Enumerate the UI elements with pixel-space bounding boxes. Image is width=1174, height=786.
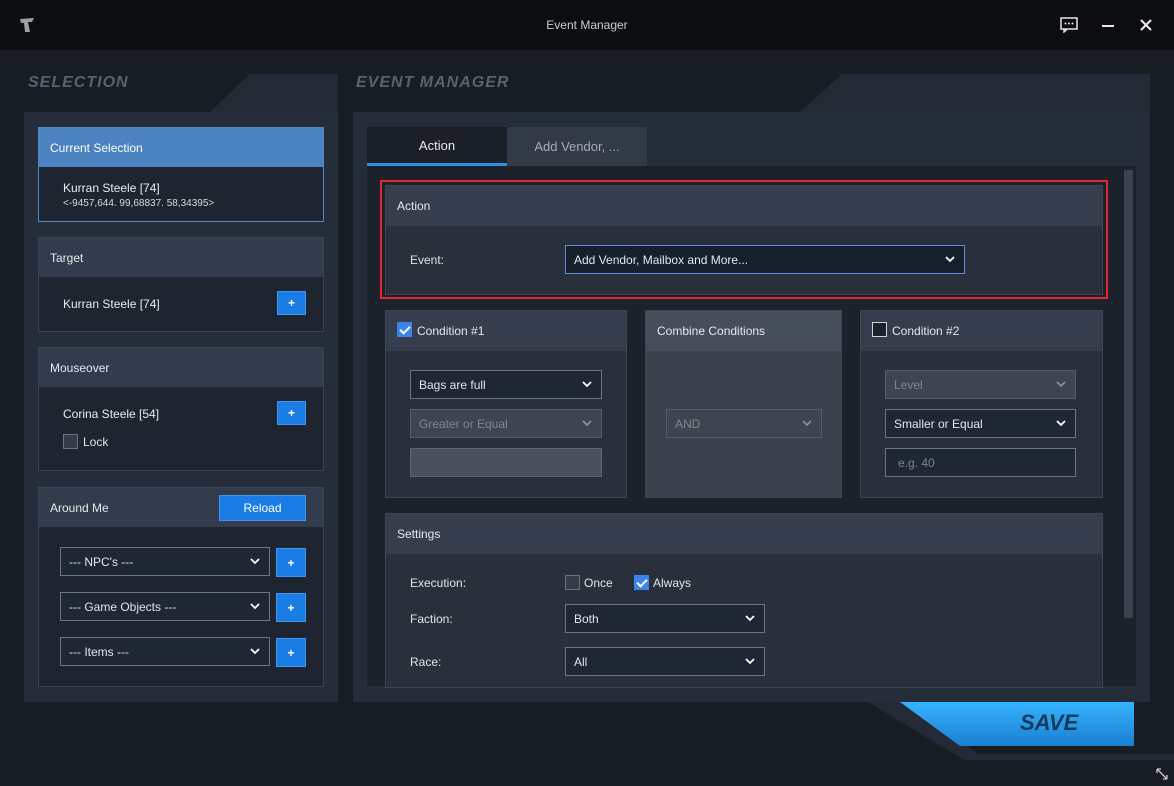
condition1-value-input[interactable] [410,448,602,477]
title-bar: Event Manager [0,0,1174,50]
chevron-down-icon [582,420,592,427]
chevron-down-icon [250,603,260,610]
current-selection-coords: <-9457,644. 99,68837. 58,34395> [63,198,215,209]
always-label: Always [653,576,692,590]
close-icon [1140,19,1152,31]
target-box: Target Kurran Steele [74] + [38,237,324,332]
faction-label: Faction: [410,612,453,626]
add-mouseover-button[interactable]: + [277,401,306,425]
once-checkbox[interactable] [565,575,580,590]
lock-label: Lock [83,435,109,449]
race-label: Race: [410,655,442,669]
minimize-icon [1102,25,1114,27]
condition2-header: Condition #2 [861,311,1102,351]
combine-operator-select[interactable]: AND [666,409,822,438]
chevron-down-icon [802,420,812,427]
items-select-value: --- Items --- [69,644,129,659]
always-checkbox[interactable] [634,575,649,590]
resize-icon[interactable] [1156,768,1168,780]
condition1-comparator-value: Greater or Equal [419,416,508,431]
target-name: Kurran Steele [74] [63,297,160,311]
condition1-checkbox[interactable] [397,322,412,337]
selection-heading: SELECTION [28,74,129,91]
mouseover-header: Mouseover [39,348,323,387]
current-selection-header: Current Selection [39,128,323,167]
save-button[interactable]: SAVE [900,702,1134,746]
save-button-label: SAVE [1020,710,1079,735]
condition2-type-select[interactable]: Level [885,370,1076,399]
add-target-button[interactable]: + [277,291,306,315]
chevron-down-icon [582,381,592,388]
add-npc-button[interactable]: + [276,548,306,577]
header-decoration [24,74,1150,112]
window-title: Event Manager [546,18,628,32]
mouseover-name: Corina Steele [54] [63,407,160,421]
add-game-object-button[interactable]: + [276,593,306,622]
condition2-comparator-value: Smaller or Equal [894,416,983,431]
mouseover-box: Mouseover Corina Steele [54] + Lock [38,347,324,471]
condition1-header: Condition #1 [386,311,626,351]
chevron-down-icon [1056,420,1066,427]
current-selection-name: Kurran Steele [74] [63,181,160,195]
action-highlight-frame [380,180,1108,299]
game-objects-select-value: --- Game Objects --- [69,599,177,614]
chevron-down-icon [745,615,755,622]
chat-icon [1060,17,1078,33]
chevron-down-icon [250,648,260,655]
settings-header: Settings [386,514,1102,554]
npc-select-value: --- NPC's --- [69,554,134,569]
condition2-type-value: Level [894,377,923,392]
minimize-button[interactable] [1093,10,1123,40]
chevron-down-icon [1056,381,1066,388]
condition1-comparator-select[interactable]: Greater or Equal [410,409,602,438]
save-button-shape [900,702,1134,746]
feedback-button[interactable] [1054,10,1084,40]
once-label: Once [584,576,613,590]
current-selection-box[interactable]: Current Selection Kurran Steele [74] <-9… [38,127,324,222]
condition1-type-select[interactable]: Bags are full [410,370,602,399]
close-button[interactable] [1131,10,1161,40]
combine-card: Combine Conditions [645,310,842,498]
npc-select[interactable]: --- NPC's --- [60,547,270,576]
game-objects-select[interactable]: --- Game Objects --- [60,592,270,621]
event-manager-heading: EVENT MANAGER [356,74,510,91]
target-header: Target [39,238,323,277]
combine-operator-value: AND [675,416,701,431]
tab-add-vendor[interactable]: Add Vendor, ... [507,127,647,166]
race-select-value: All [574,654,588,669]
reload-button[interactable]: Reload [219,495,306,521]
add-item-button[interactable]: + [276,638,306,667]
tab-action[interactable]: Action [367,127,507,166]
condition1-type-value: Bags are full [419,377,486,392]
chevron-down-icon [250,558,260,565]
execution-label: Execution: [410,576,467,590]
lock-checkbox[interactable] [63,434,78,449]
faction-select[interactable]: Both [565,604,765,633]
race-select[interactable]: All [565,647,765,676]
combine-header: Combine Conditions [646,311,841,351]
items-select[interactable]: --- Items --- [60,637,270,666]
scrollbar[interactable] [1124,170,1133,618]
condition2-checkbox[interactable] [872,322,887,337]
condition2-comparator-select[interactable]: Smaller or Equal [885,409,1076,438]
chevron-down-icon [745,658,755,665]
condition2-value-input[interactable]: e.g. 40 [885,448,1076,477]
faction-select-value: Both [574,611,599,626]
